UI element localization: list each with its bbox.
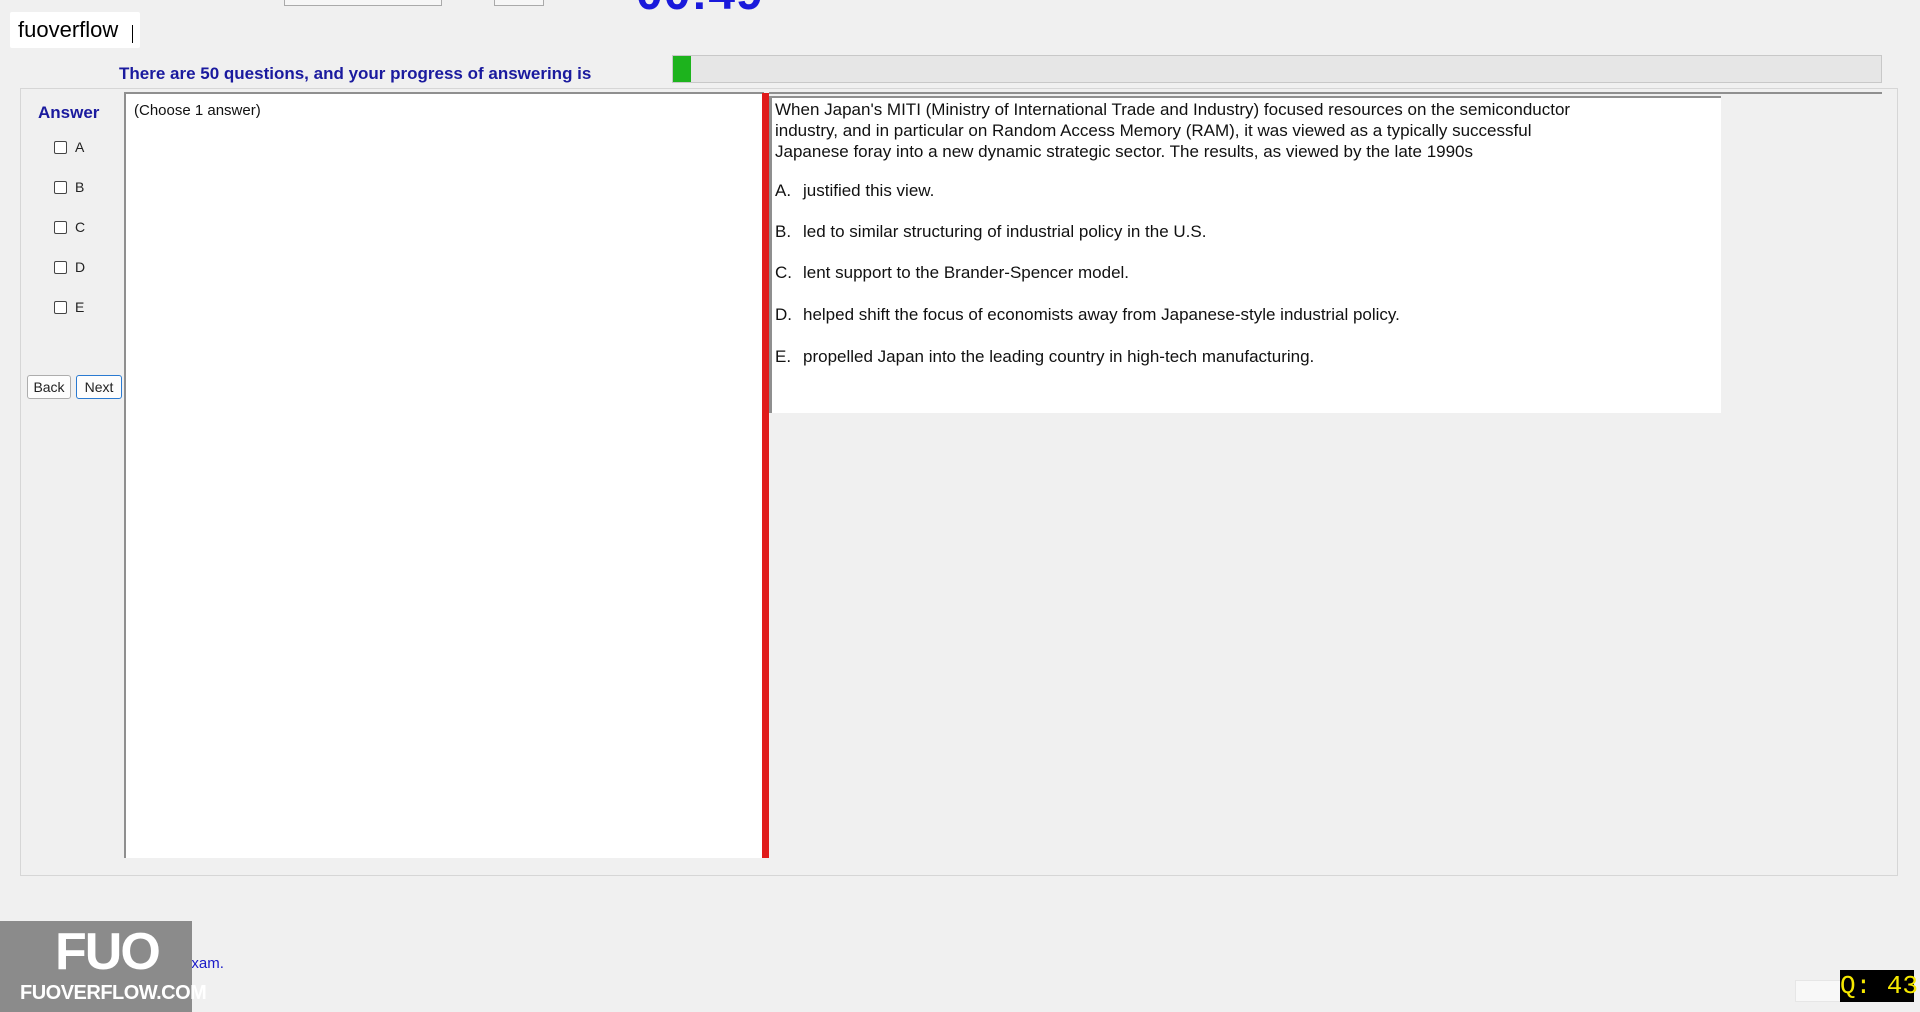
timer-display: 00:49 [636, 0, 764, 10]
pane-splitter[interactable] [762, 93, 769, 858]
question-option-d: D. helped shift the focus of economists … [775, 305, 1400, 325]
answer-option-label: C [75, 219, 86, 235]
answer-option-a[interactable]: A [54, 139, 84, 155]
answer-option-label: B [75, 179, 85, 195]
back-button[interactable]: Back [27, 375, 71, 399]
option-text: justified this view. [803, 181, 935, 200]
indicator-field [1795, 980, 1841, 1002]
question-option-c: C. lent support to the Brander-Spencer m… [775, 263, 1129, 283]
watermark-label: fuoverflow [10, 12, 140, 48]
question-option-a: A. justified this view. [775, 181, 934, 201]
next-button[interactable]: Next [76, 375, 122, 399]
answer-option-label: D [75, 259, 86, 275]
answer-option-label: E [75, 299, 85, 315]
option-letter: B. [775, 222, 792, 241]
question-option-b: B. led to similar structuring of industr… [775, 222, 1206, 242]
question-option-e: E. propelled Japan into the leading coun… [775, 347, 1314, 367]
answer-option-d[interactable]: D [54, 259, 85, 275]
checkbox-e[interactable] [54, 300, 67, 314]
question-line: When Japan's MITI (Ministry of Internati… [775, 100, 1571, 119]
logo-site-text: FUOVERFLOW.COM [20, 982, 207, 1004]
option-text: helped shift the focus of economists awa… [803, 305, 1400, 324]
checkbox-d[interactable] [54, 260, 67, 274]
top-small-field[interactable] [494, 0, 544, 6]
checkbox-a[interactable] [54, 140, 67, 154]
answer-option-e[interactable]: E [54, 299, 84, 315]
option-text: led to similar structuring of industrial… [803, 222, 1207, 241]
progress-label: There are 50 questions, and your progres… [119, 64, 592, 83]
watermark-text: fuoverflow [18, 17, 119, 42]
text-caret [132, 25, 134, 43]
top-combo-box[interactable] [284, 0, 442, 6]
progress-fill [673, 56, 692, 82]
question-number-badge: Q: 43 [1840, 970, 1919, 1002]
choose-instruction: (Choose 1 answer) [134, 102, 261, 119]
option-text: propelled Japan into the leading country… [803, 347, 1315, 366]
option-letter: D. [775, 305, 792, 324]
question-text: When Japan's MITI (Ministry of Internati… [775, 99, 1675, 162]
option-letter: A. [775, 181, 792, 200]
answer-option-label: A [75, 139, 85, 155]
answer-option-c[interactable]: C [54, 219, 85, 235]
checkbox-c[interactable] [54, 220, 67, 234]
option-letter: C. [775, 263, 792, 282]
option-text: lent support to the Brander-Spencer mode… [803, 263, 1130, 282]
answer-option-b[interactable]: B [54, 179, 84, 195]
logo-mark: FUO [55, 923, 161, 981]
question-line: Japanese foray into a new dynamic strate… [775, 142, 1474, 161]
answer-title: Answer [38, 103, 100, 122]
checkbox-b[interactable] [54, 180, 67, 194]
question-line: industry, and in particular on Random Ac… [775, 121, 1532, 140]
answer-textarea[interactable] [124, 92, 764, 858]
progress-bar [672, 55, 1882, 83]
option-letter: E. [775, 347, 792, 366]
